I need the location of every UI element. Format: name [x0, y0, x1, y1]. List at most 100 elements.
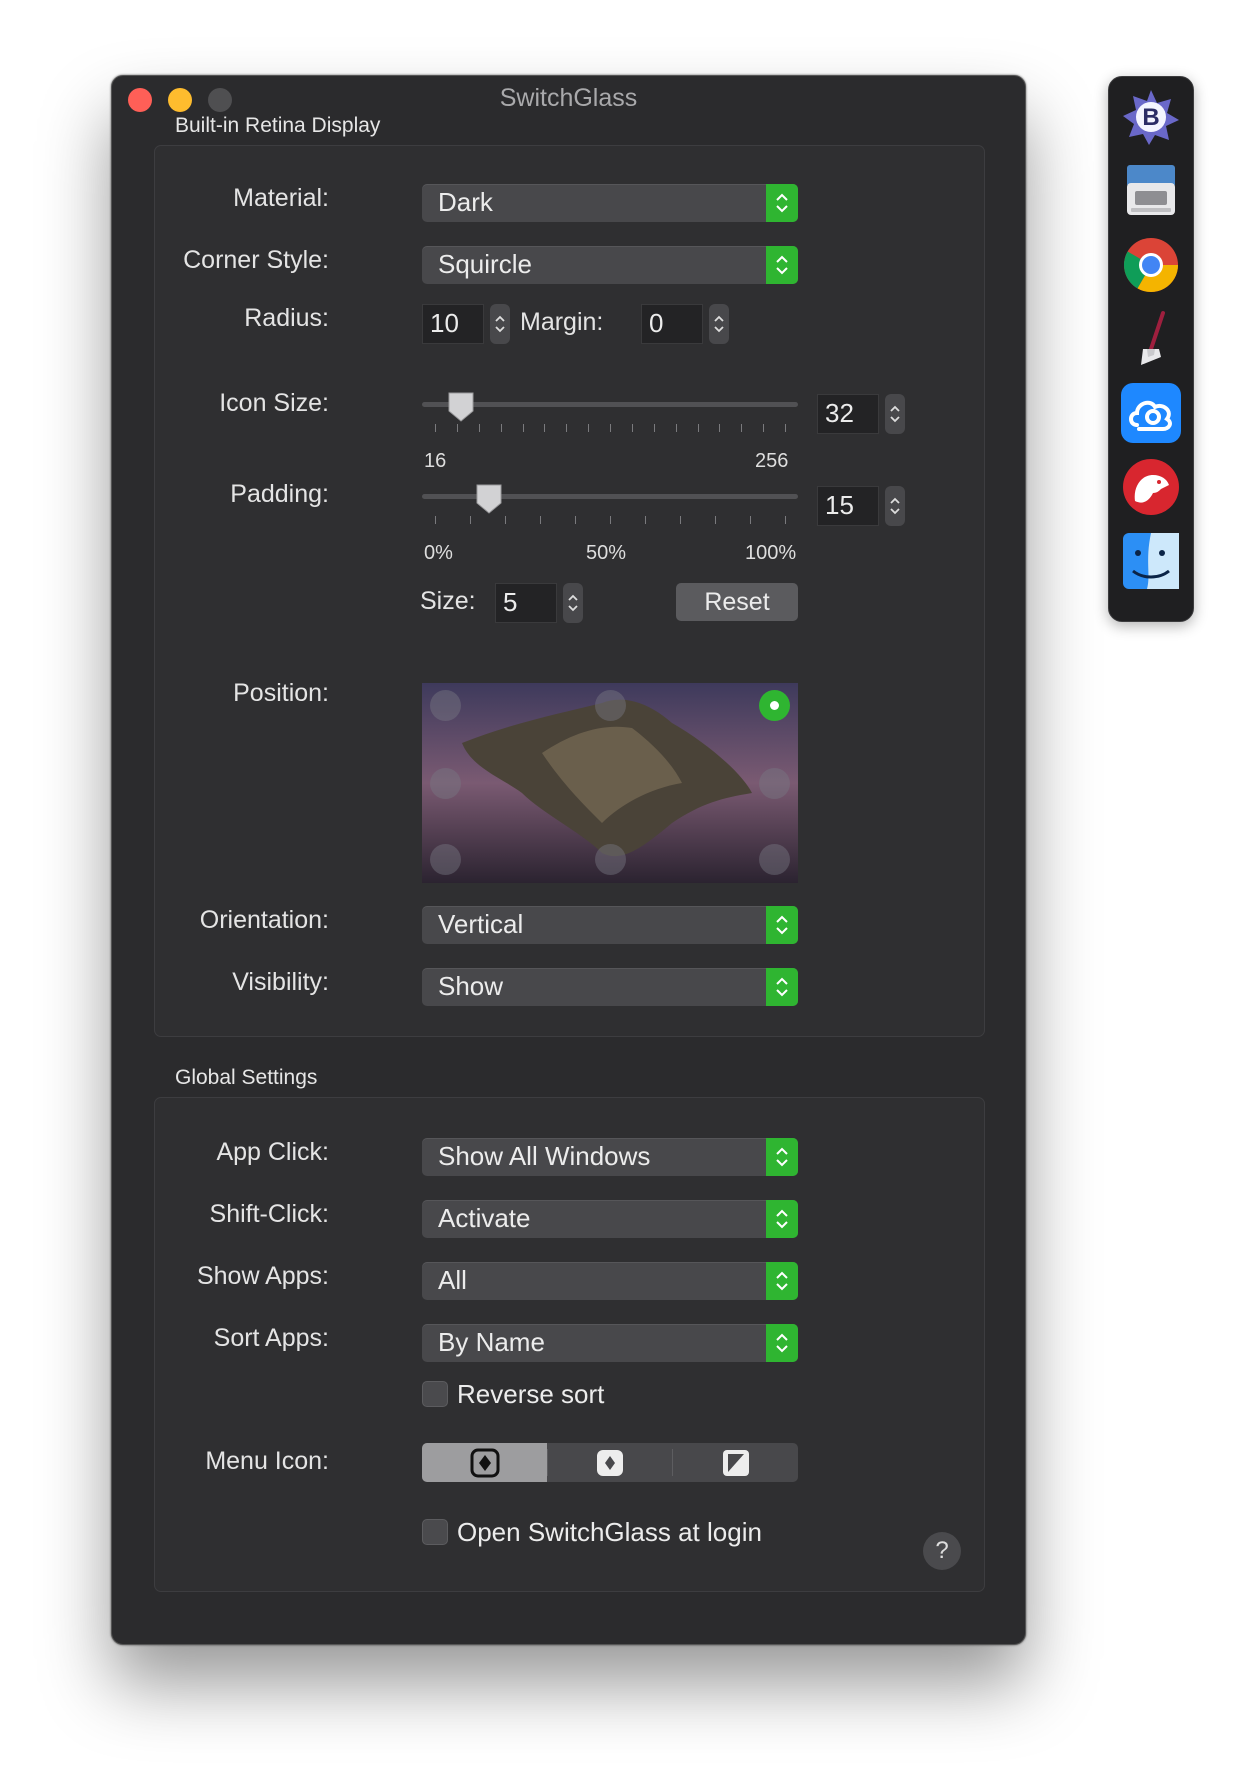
chevron-updown-icon [766, 184, 798, 222]
slider-tick [435, 424, 436, 432]
padding-max-label: 100% [745, 542, 797, 564]
half-square-icon [722, 1449, 749, 1476]
chevron-updown-icon [766, 1324, 798, 1362]
margin-field[interactable]: 0 [641, 304, 703, 344]
margin-label: Margin: [520, 308, 604, 336]
stepper-arrows-icon [890, 497, 900, 515]
show-apps-popup[interactable]: All [422, 1262, 798, 1300]
padding-stepper[interactable] [885, 486, 905, 526]
visibility-popup[interactable]: Show [422, 968, 798, 1006]
margin-value: 0 [649, 308, 664, 338]
finder-icon[interactable] [1121, 531, 1181, 591]
slider-tick [645, 516, 646, 524]
menu-icon-option-squircle-diamond[interactable] [422, 1443, 547, 1482]
shift-click-popup[interactable]: Activate [422, 1200, 798, 1238]
padding-field[interactable]: 15 [817, 486, 879, 526]
open-at-login-label[interactable]: Open SwitchGlass at login [457, 1517, 762, 1548]
slider-tick [610, 424, 611, 432]
size-field[interactable]: 5 [495, 583, 557, 623]
position-middle-right[interactable] [759, 768, 790, 799]
padding-value: 15 [825, 490, 854, 520]
material-value: Dark [438, 187, 493, 217]
padding-mid-label: 50% [586, 542, 627, 564]
open-at-login-checkbox[interactable] [422, 1519, 448, 1545]
icon-size-label: Icon Size: [219, 389, 329, 417]
global-settings-group: App Click: Show All Windows Shift-Click:… [154, 1097, 985, 1592]
squircle-diamond-icon [470, 1448, 499, 1477]
position-top-center[interactable] [595, 690, 626, 721]
icon-size-max-label: 256 [755, 450, 789, 472]
bbedit-icon[interactable]: B [1121, 87, 1181, 147]
position-top-left[interactable] [430, 690, 461, 721]
size-label: Size: [420, 587, 476, 615]
icon-size-field[interactable]: 32 [817, 394, 879, 434]
stepper-arrows-icon [568, 594, 578, 612]
radius-value: 10 [430, 308, 459, 338]
position-top-right[interactable] [759, 690, 790, 721]
radius-stepper[interactable] [490, 304, 510, 344]
menu-icon-option-half-square[interactable] [673, 1443, 798, 1482]
reset-button[interactable]: Reset [676, 583, 798, 621]
stepper-arrows-icon [495, 315, 505, 333]
slider-tick [750, 516, 751, 524]
app-click-popup[interactable]: Show All Windows [422, 1138, 798, 1176]
radius-field[interactable]: 10 [422, 304, 484, 344]
visibility-label: Visibility: [232, 968, 329, 996]
icon-size-stepper[interactable] [885, 394, 905, 434]
slider-tick [505, 516, 506, 524]
chevron-updown-icon [766, 1262, 798, 1300]
sort-apps-label: Sort Apps: [213, 1324, 329, 1352]
slider-tick [697, 424, 699, 432]
visibility-value: Show [438, 971, 504, 1001]
position-picker[interactable] [422, 683, 798, 883]
padding-label: Padding: [230, 480, 329, 508]
slider-tick [631, 424, 633, 432]
help-button[interactable]: ? [923, 1532, 961, 1570]
cloud-app-icon[interactable] [1121, 383, 1181, 443]
icon-size-value: 32 [825, 398, 854, 428]
shift-click-value: Activate [438, 1203, 531, 1233]
position-bottom-center[interactable] [595, 844, 626, 875]
material-label: Material: [233, 184, 329, 212]
slider-tick [470, 516, 471, 524]
menu-icon-segmented-control[interactable] [422, 1443, 798, 1482]
material-popup[interactable]: Dark [422, 184, 798, 222]
orientation-popup[interactable]: Vertical [422, 906, 798, 944]
margin-stepper[interactable] [709, 304, 729, 344]
slider-tick [522, 424, 524, 432]
switchglass-dock-panel: B [1108, 76, 1194, 622]
slider-tick [785, 516, 786, 524]
printer-icon[interactable] [1121, 161, 1181, 221]
chevron-updown-icon [766, 1200, 798, 1238]
icon-size-slider-track[interactable] [422, 402, 798, 407]
bear-icon[interactable] [1121, 457, 1181, 517]
sort-apps-value: By Name [438, 1327, 545, 1357]
diamond-icon [597, 1449, 623, 1476]
reverse-sort-label[interactable]: Reverse sort [457, 1379, 604, 1410]
menu-icon-option-diamond[interactable] [548, 1443, 672, 1482]
svg-text:B: B [1142, 104, 1159, 131]
position-bottom-right[interactable] [759, 844, 790, 875]
padding-slider-knob[interactable] [474, 482, 504, 521]
sort-apps-popup[interactable]: By Name [422, 1324, 798, 1362]
slider-tick [435, 516, 436, 524]
slider-tick [575, 516, 576, 524]
chrome-icon[interactable] [1121, 235, 1181, 295]
show-apps-label: Show Apps: [196, 1262, 329, 1290]
window-title: SwitchGlass [499, 84, 638, 112]
corner-style-popup[interactable]: Squircle [422, 246, 798, 284]
broom-icon[interactable] [1121, 309, 1181, 369]
app-click-label: App Click: [216, 1138, 329, 1166]
icon-size-slider-knob[interactable] [446, 390, 476, 429]
reverse-sort-checkbox[interactable] [422, 1381, 448, 1407]
chevron-updown-icon [766, 1138, 798, 1176]
slider-tick [588, 424, 590, 432]
position-bottom-left[interactable] [430, 844, 461, 875]
slider-tick [675, 424, 677, 432]
display-section-label: Built-in Retina Display [175, 114, 381, 137]
orientation-label: Orientation: [199, 906, 329, 934]
position-middle-left[interactable] [430, 768, 461, 799]
size-stepper[interactable] [563, 583, 583, 623]
global-section-label: Global Settings [175, 1066, 318, 1089]
slider-tick [741, 424, 743, 432]
